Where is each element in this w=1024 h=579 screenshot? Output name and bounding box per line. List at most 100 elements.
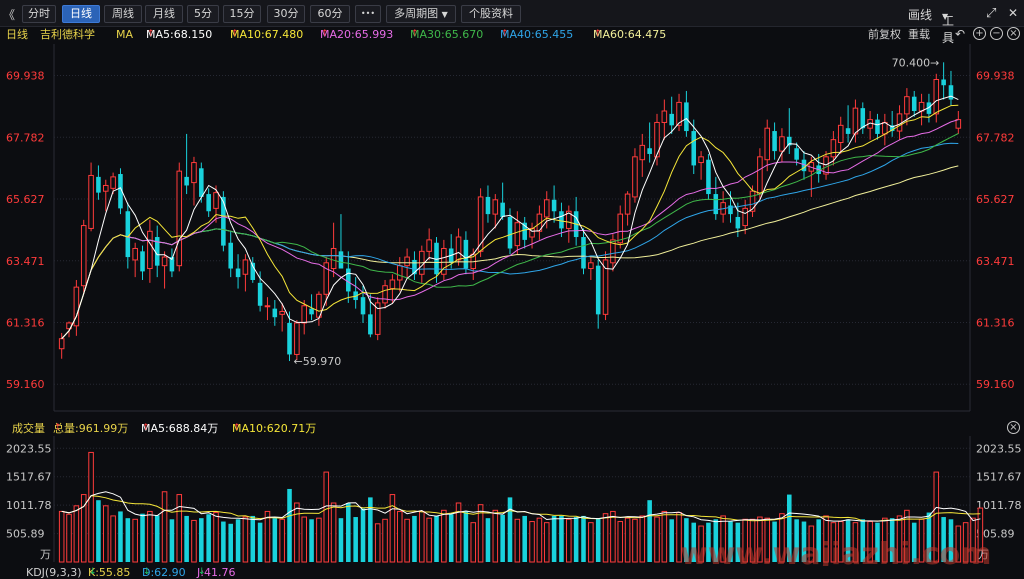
volume-bar-down xyxy=(272,518,278,562)
undo-icon[interactable]: ↶ xyxy=(955,26,965,43)
volume-bar-up xyxy=(88,451,94,563)
volume-bar-up xyxy=(543,522,550,563)
collapse-sidebar-icon[interactable]: 《 xyxy=(3,6,15,23)
ma30-text: MA30:65.670 xyxy=(410,28,484,41)
candle-body-down xyxy=(581,237,586,269)
volume-bar-down xyxy=(463,511,469,562)
price-tick-right: 63.471 xyxy=(976,255,1015,268)
candle-body-down xyxy=(911,96,917,112)
volume-bar-up xyxy=(566,518,572,563)
volume-bar-up xyxy=(279,518,285,563)
volume-bar-down xyxy=(287,488,292,562)
low-price-label: ←59.970 xyxy=(294,355,342,368)
price-tick-right: 59.160 xyxy=(976,378,1015,391)
volume-bar-up xyxy=(441,509,447,563)
indicator-name[interactable]: MA xyxy=(116,26,133,43)
volume-bar-down xyxy=(140,513,145,562)
volume-bar-up xyxy=(514,518,521,563)
volume-bar-down xyxy=(199,518,204,562)
candle-body-up xyxy=(110,176,116,189)
candle-body-down xyxy=(485,196,491,215)
arrow-up-icon: ↑ xyxy=(147,29,155,39)
volume-bar-up xyxy=(419,510,425,563)
tab-intraday[interactable]: 分时 xyxy=(22,5,56,23)
candle-body-up xyxy=(896,113,903,132)
zoom-out-icon[interactable]: − xyxy=(990,27,1003,40)
volume-chart[interactable]: 2023.55 2023.551517.67 1517.671011.78 1011.… xyxy=(0,436,1024,566)
candle-body-up xyxy=(455,236,462,261)
volume-bar-up xyxy=(264,510,271,563)
candle-body-up xyxy=(382,285,388,304)
price-tick-left: 69.938 xyxy=(6,70,45,83)
stock-info-button[interactable]: 个股资料 xyxy=(461,5,521,23)
draw-line-button[interactable]: 画线 xyxy=(908,6,932,23)
volume-bar-down xyxy=(360,508,366,562)
candle-body-down xyxy=(221,196,226,246)
candle-body-up xyxy=(58,338,65,350)
volume-tick-left: 2023.55 xyxy=(6,442,52,455)
volume-bar-down xyxy=(669,519,674,562)
candle-body-up xyxy=(624,193,631,215)
volume-bar-down xyxy=(595,518,601,562)
volume-bar-up xyxy=(294,502,300,563)
candle-body-up xyxy=(639,144,646,161)
volume-label[interactable]: 成交量 xyxy=(12,420,45,437)
tab-15min[interactable]: 15分 xyxy=(223,5,261,23)
ma5-text: MA5:68.150 xyxy=(146,28,213,41)
volume-bar-up xyxy=(66,513,72,563)
price-tick-left: 59.160 xyxy=(6,378,45,391)
tab-monthly[interactable]: 月线 xyxy=(145,5,183,23)
candle-body-down xyxy=(199,168,204,197)
close-panel-icon[interactable]: × xyxy=(1007,27,1020,40)
volume-bar-down xyxy=(169,519,175,562)
ma20-text: MA20:65.993 xyxy=(320,28,394,41)
candle-body-down xyxy=(860,108,866,129)
tab-daily[interactable]: 日线 xyxy=(62,5,100,23)
volume-bar-down xyxy=(448,514,454,562)
candle-body-up xyxy=(830,139,837,158)
kdj-label[interactable]: KDJ(9,3,3) xyxy=(26,566,82,579)
volume-bar-up xyxy=(661,510,668,563)
volume-bar-down xyxy=(559,515,564,562)
volume-bar-down xyxy=(353,517,358,562)
candle-body-down xyxy=(368,314,373,335)
volume-bar-down xyxy=(257,522,263,562)
volume-bar-up xyxy=(242,516,249,563)
candle-body-up xyxy=(330,247,337,270)
close-volume-panel-icon[interactable]: × xyxy=(1007,421,1020,434)
stock-name[interactable]: 吉利德科学 xyxy=(40,26,95,43)
reload-button[interactable]: 重载 xyxy=(908,26,930,43)
volume-ma10-text: MA10:620.71万 xyxy=(232,422,317,435)
candle-body-up xyxy=(213,192,219,209)
volume-unit-left: 万 xyxy=(40,548,51,561)
adjust-prev-button[interactable]: 前复权 xyxy=(868,26,901,43)
tab-30min[interactable]: 30分 xyxy=(267,5,305,23)
expand-icon[interactable]: ⤢ xyxy=(986,6,996,21)
candle-body-down xyxy=(647,148,652,154)
candle-body-down xyxy=(507,216,513,249)
volume-bar-up xyxy=(639,515,646,563)
volume-bar-up xyxy=(147,510,153,563)
volume-bar-up xyxy=(404,518,410,563)
multi-period-dropdown[interactable]: 多周期图 ▼ xyxy=(386,5,456,23)
volume-bar-down xyxy=(485,518,491,562)
volume-bar-up xyxy=(492,509,499,563)
volume-bar-down xyxy=(221,521,226,562)
candle-body-down xyxy=(691,131,697,166)
volume-bar-down xyxy=(206,514,211,562)
candle-body-down xyxy=(206,194,211,212)
tab-5min[interactable]: 5分 xyxy=(187,5,219,23)
volume-bar-up xyxy=(588,522,594,563)
close-icon[interactable]: ✕ xyxy=(1008,6,1018,20)
tab-60min[interactable]: 60分 xyxy=(310,5,350,23)
volume-bar-down xyxy=(412,515,417,562)
price-chart[interactable]: 69.938 69.938 67.782 67.782 65.627 65.627 63.4… xyxy=(0,44,1024,419)
more-options-button[interactable]: ••• xyxy=(355,5,381,23)
candle-body-up xyxy=(764,127,771,161)
zoom-in-icon[interactable]: + xyxy=(973,27,986,40)
candle-body-up xyxy=(882,121,888,135)
candle-body-up xyxy=(264,305,271,308)
candle-body-up xyxy=(389,279,396,290)
tab-weekly[interactable]: 周线 xyxy=(104,5,142,23)
arrow-up-icon: ↑ xyxy=(233,423,241,433)
